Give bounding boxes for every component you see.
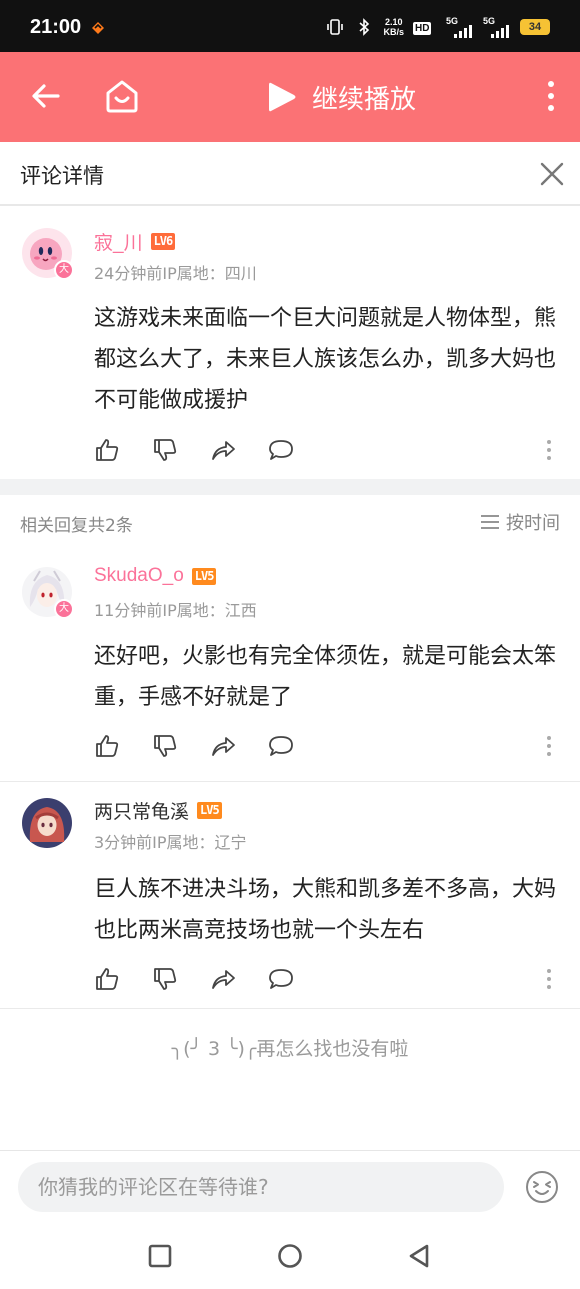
- like-icon[interactable]: [94, 437, 120, 463]
- app-notification-icon: [92, 22, 104, 34]
- reply-icon[interactable]: [268, 733, 294, 759]
- share-icon[interactable]: [210, 966, 236, 992]
- like-icon[interactable]: [94, 733, 120, 759]
- comment-actions: [94, 966, 294, 992]
- avatar[interactable]: 大: [22, 228, 74, 280]
- network-speed: 2.10 KB/s: [383, 17, 404, 37]
- comment-text: 巨人族不进决斗场，大熊和凯多差不多高，大妈也比两米高竞技场也就一个头左右: [94, 877, 557, 943]
- vibrate-icon: [327, 19, 344, 35]
- comment-input-bar: [0, 1150, 580, 1224]
- avatar[interactable]: 大: [22, 567, 74, 619]
- replies-header: 相关回复共2条 按时间: [0, 495, 580, 549]
- replies-count: 相关回复共2条: [20, 516, 133, 536]
- hd-indicator: HD: [413, 16, 437, 38]
- nav-back-icon[interactable]: [406, 1243, 432, 1269]
- comment-more-icon[interactable]: [546, 735, 552, 757]
- nav-recents-icon[interactable]: [148, 1244, 172, 1268]
- user-line: SkudaO_o LV5: [94, 565, 217, 587]
- status-time: 21:00: [30, 16, 82, 38]
- comment-more-icon[interactable]: [546, 968, 552, 990]
- like-icon[interactable]: [94, 966, 120, 992]
- back-arrow-icon[interactable]: [28, 78, 64, 114]
- home-icon[interactable]: [102, 76, 142, 116]
- user-line: 两只常龟溪 LV5: [94, 797, 222, 824]
- emoji-icon[interactable]: [524, 1169, 560, 1205]
- share-icon[interactable]: [210, 437, 236, 463]
- comment-actions: [94, 437, 294, 463]
- comment-meta: 3分钟前IP属地：辽宁: [94, 833, 247, 852]
- sort-button[interactable]: 按时间: [480, 509, 560, 535]
- level-badge: LV6: [150, 233, 176, 250]
- main-comment: 大 寂_川 LV6 24分钟前IP属地：四川 这游戏未来面临一个巨大问题就是人物…: [0, 208, 580, 479]
- girl-avatar-image: [22, 798, 72, 848]
- bluetooth-icon: [359, 18, 370, 36]
- status-bar: 21:00 2.10 KB/s HD 5G 5G 34: [0, 0, 580, 52]
- comment-actions: [94, 733, 294, 759]
- signal-sim1-icon: 5G: [446, 16, 474, 38]
- level-badge: LV5: [191, 567, 217, 585]
- comment-more-icon[interactable]: [546, 439, 552, 461]
- reply-item: 大 SkudaO_o LV5 11分钟前IP属地：江西 还好吧，火影也有完全体须…: [0, 549, 580, 781]
- sort-label: 按时间: [506, 513, 560, 534]
- hd-label: HD: [413, 22, 432, 35]
- more-vertical-icon[interactable]: [544, 78, 558, 114]
- reply-item: 两只常龟溪 LV5 3分钟前IP属地：辽宁 巨人族不进决斗场，大熊和凯多差不多高…: [0, 782, 580, 1008]
- reply-icon[interactable]: [268, 437, 294, 463]
- comment-meta: 11分钟前IP属地：江西: [94, 601, 257, 620]
- detail-title: 评论详情: [20, 164, 104, 188]
- user-line: 寂_川 LV6: [94, 228, 176, 255]
- divider: [0, 1008, 580, 1009]
- comment-input[interactable]: [18, 1162, 504, 1212]
- username[interactable]: 寂_川: [94, 228, 143, 255]
- system-nav-bar: [0, 1224, 580, 1289]
- dislike-icon[interactable]: [152, 437, 178, 463]
- section-separator: [0, 479, 580, 495]
- top-toolbar: 继续播放: [0, 52, 580, 142]
- username[interactable]: SkudaO_o: [94, 565, 184, 587]
- battery-icon: 34: [520, 19, 550, 35]
- reply-icon[interactable]: [268, 966, 294, 992]
- continue-play-button[interactable]: 继续播放: [266, 76, 416, 118]
- close-icon[interactable]: [538, 160, 566, 188]
- status-icons: 2.10 KB/s HD 5G 5G 34: [325, 14, 550, 40]
- avatar-badge: 大: [54, 260, 74, 280]
- username[interactable]: 两只常龟溪: [94, 797, 189, 824]
- comment-detail-header: 评论详情: [0, 142, 580, 206]
- end-of-list-text: ╮(╯ 3 ╰)╭再怎么找也没有啦: [171, 1038, 409, 1060]
- avatar-badge: 大: [54, 599, 74, 619]
- comment-text: 还好吧，火影也有完全体须佐，就是可能会太笨重，手感不好就是了: [94, 644, 557, 710]
- continue-play-label: 继续播放: [312, 84, 417, 115]
- share-icon[interactable]: [210, 733, 236, 759]
- network-speed-unit: KB/s: [383, 27, 404, 37]
- play-icon: [269, 82, 296, 112]
- comment-text: 这游戏未来面临一个巨大问题就是人物体型，熊都这么大了，未来巨人族该怎么办，凯多大…: [94, 306, 557, 413]
- level-badge: LV5: [197, 802, 222, 819]
- nav-home-icon[interactable]: [277, 1243, 303, 1269]
- network-speed-value: 2.10: [384, 17, 403, 27]
- dislike-icon[interactable]: [152, 733, 178, 759]
- comment-meta: 24分钟前IP属地：四川: [94, 264, 257, 283]
- avatar[interactable]: [22, 798, 72, 848]
- sort-icon: [481, 515, 499, 529]
- signal-sim2-icon: 5G: [483, 16, 511, 38]
- dislike-icon[interactable]: [152, 966, 178, 992]
